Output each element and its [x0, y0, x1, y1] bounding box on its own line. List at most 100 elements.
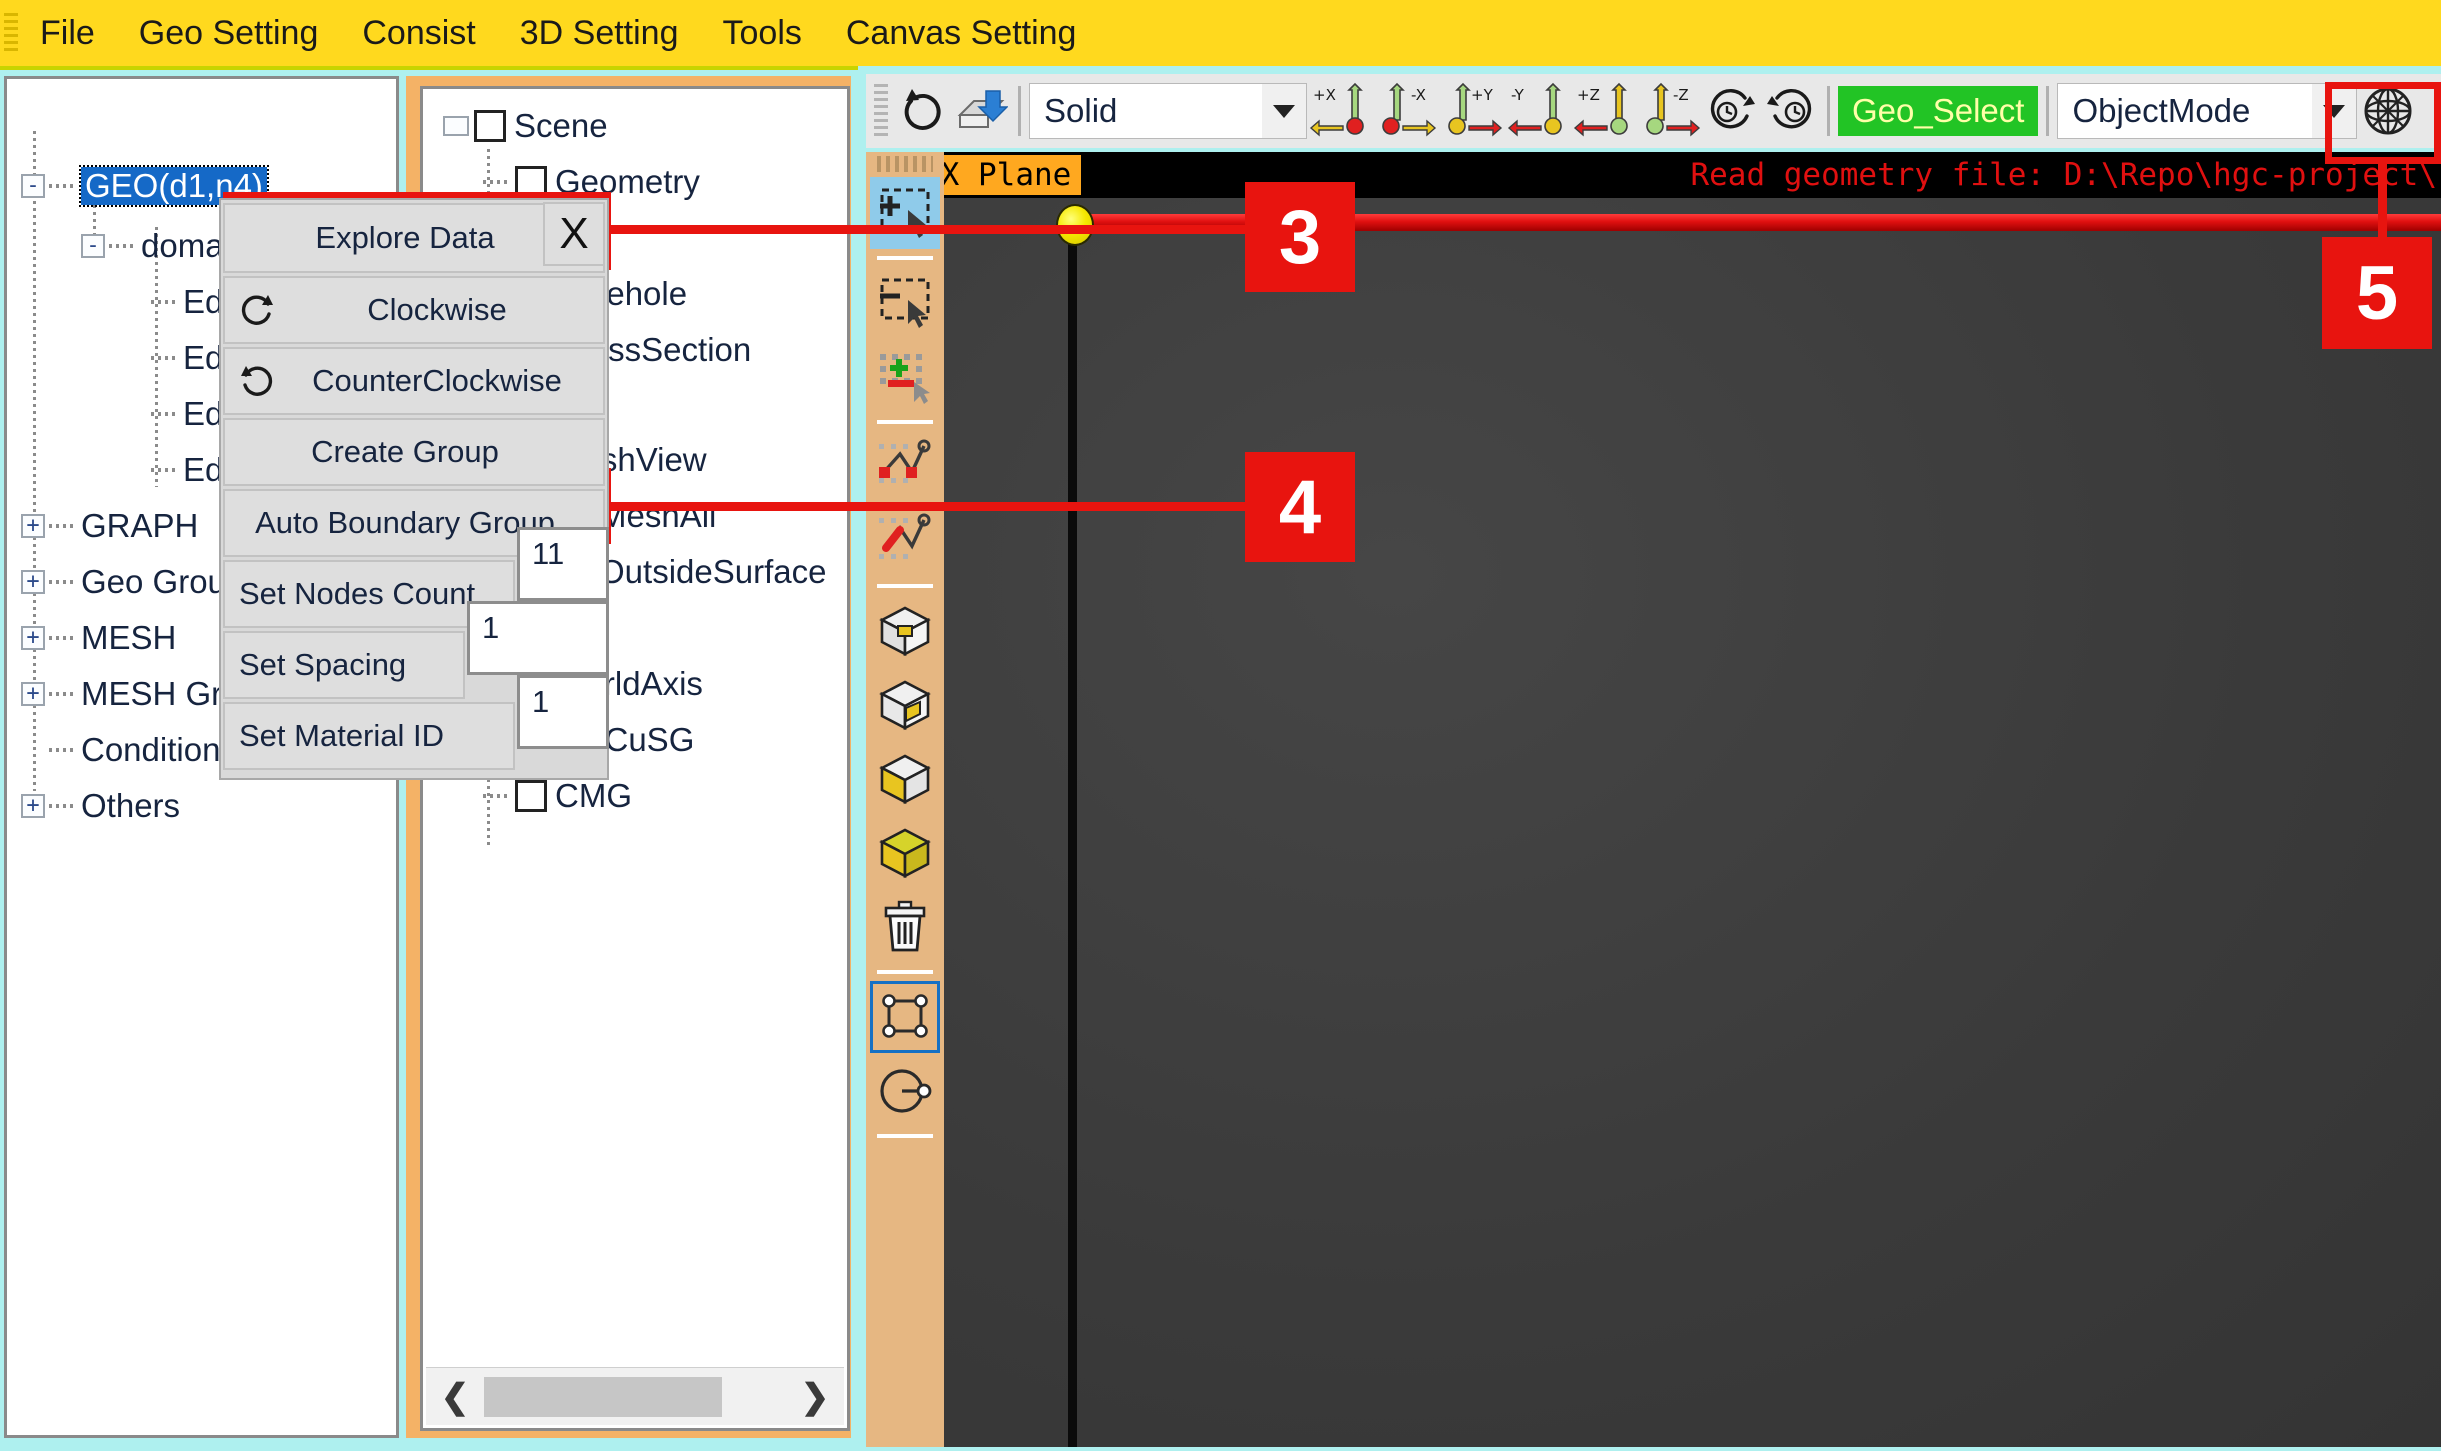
scroll-right-arrow-icon[interactable]: ❯	[786, 1369, 844, 1425]
menu-item-tools[interactable]: Tools	[701, 14, 824, 53]
svg-text:-X: -X	[1411, 86, 1426, 104]
toolbar-separator	[1827, 86, 1830, 136]
rotate-arrow-icon[interactable]	[894, 82, 952, 140]
menu-item-3d-setting[interactable]: 3D Setting	[498, 14, 701, 53]
add-selection-box-icon[interactable]	[870, 177, 940, 249]
mesh-globe-icon[interactable]	[2357, 82, 2420, 140]
rotate-ccw-icon	[225, 359, 289, 403]
tree-item-geometry[interactable]: Geometry	[483, 163, 700, 201]
tree-expander-graph[interactable]: +	[21, 514, 45, 538]
view-plus-x-button[interactable]: +X	[1307, 82, 1373, 140]
checkbox-geometry[interactable]	[515, 166, 547, 198]
tree-item-condition[interactable]: Condition	[21, 731, 220, 769]
delete-trash-icon[interactable]	[870, 891, 940, 963]
geo-select-button[interactable]: Geo_Select	[1838, 86, 2039, 136]
geometry-node-point[interactable]	[1056, 204, 1094, 246]
tree-item-outsidesurface-label: OutsideSurface	[599, 553, 827, 590]
display-mode-select[interactable]: Solid	[1029, 83, 1307, 139]
import-download-icon[interactable]	[952, 82, 1010, 140]
scrollbar-thumb[interactable]	[484, 1376, 722, 1417]
viewport-status-bar: ZX Plane Read geometry file: D:\Repo\hgc…	[866, 152, 2441, 198]
menu-set-spacing-label: Set Spacing	[239, 647, 407, 682]
toolbar-divider	[877, 256, 933, 260]
tree-item-mesh[interactable]: + MESH	[21, 619, 176, 657]
tree-connector-dots	[49, 524, 75, 528]
close-icon[interactable]: X	[543, 202, 605, 266]
chevron-down-icon[interactable]	[1262, 84, 1306, 138]
toolbar-grip[interactable]	[874, 84, 888, 138]
rotate-clock-cw-icon[interactable]	[1703, 82, 1761, 140]
3d-viewport[interactable]	[944, 198, 2441, 1447]
tree-expander-domain[interactable]: -	[81, 234, 105, 258]
tree-connector-dots	[49, 804, 75, 808]
spacing-input[interactable]: 1	[467, 601, 609, 675]
menu-item-file[interactable]: File	[18, 14, 117, 53]
tree-item-scene-label: Scene	[514, 107, 608, 144]
object-mode-value: ObjectMode	[2072, 92, 2251, 129]
chevron-down-icon[interactable]	[2312, 84, 2357, 138]
left-dock: - GEO(d1,n4) - domain Edge Edge Edge	[0, 70, 858, 1451]
vertical-toolbar-grip[interactable]	[877, 156, 933, 172]
view-minus-y-button[interactable]: -Y	[1505, 82, 1571, 140]
tree-item-meshall-label: MeshAll	[599, 497, 717, 534]
tree-expander-scene[interactable]	[443, 116, 469, 136]
rectangle-nodes-icon[interactable]	[870, 981, 940, 1053]
menu-set-material-id[interactable]: Set Material ID	[223, 702, 515, 770]
view-plus-y-button[interactable]: +Y	[1439, 82, 1505, 140]
menu-create-group[interactable]: Create Group	[223, 418, 605, 486]
menu-set-spacing[interactable]: Set Spacing	[223, 631, 465, 699]
menu-create-group-label: Create Group	[311, 434, 499, 469]
tree-expander-mesh[interactable]: +	[21, 626, 45, 650]
menu-item-canvas-setting[interactable]: Canvas Setting	[824, 14, 1099, 53]
box-select-half-icon[interactable]	[870, 743, 940, 815]
view-minus-x-button[interactable]: -X	[1373, 82, 1439, 140]
tree-item-others[interactable]: + Others	[21, 787, 180, 825]
box-select-back-icon[interactable]	[870, 669, 940, 741]
menu-set-material-id-label: Set Material ID	[239, 718, 445, 753]
viewport-dock: Solid +X -X +Y -Y +Z -Z Geo_Select Objec…	[858, 70, 2441, 1451]
menu-item-consist[interactable]: Consist	[340, 14, 497, 53]
view-minus-z-button[interactable]: -Z	[1637, 82, 1703, 140]
checkbox-cmg[interactable]	[515, 780, 547, 812]
rotate-clock-ccw-icon[interactable]	[1761, 82, 1819, 140]
edge-context-menu[interactable]: Explore Data X Clockwise CounterClockwis…	[219, 198, 609, 780]
tree-connector-dots	[49, 748, 75, 752]
checkbox-scene[interactable]	[474, 110, 506, 142]
object-mode-select[interactable]: ObjectMode	[2057, 83, 2358, 139]
tree-connector-dots	[151, 356, 177, 360]
svg-text:-Y: -Y	[1511, 86, 1525, 104]
geometry-edge-horizontal-selected[interactable]	[1072, 214, 2441, 231]
scroll-left-arrow-icon[interactable]: ❮	[426, 1369, 484, 1425]
select-edge-polyline-icon[interactable]	[870, 505, 940, 577]
geometry-edge-vertical[interactable]	[1068, 216, 1077, 1447]
box-select-solid-icon[interactable]	[870, 817, 940, 889]
menu-explore-data-label: Explore Data	[315, 220, 495, 255]
svg-text:+Y: +Y	[1471, 86, 1494, 104]
select-nodes-polyline-icon[interactable]	[870, 431, 940, 503]
toolbar-separator	[2046, 86, 2050, 136]
tree-item-scene[interactable]: Scene	[443, 107, 608, 145]
tree-expander-geo-group[interactable]: +	[21, 570, 45, 594]
tree-expander-geo[interactable]: -	[21, 174, 45, 198]
remove-selection-box-icon[interactable]	[870, 267, 940, 339]
scene-tree-horizontal-scrollbar[interactable]: ❮ ❯	[426, 1367, 844, 1425]
add-grid-node-icon[interactable]	[870, 341, 940, 413]
toolbar-separator	[1018, 86, 1021, 136]
tree-connector-dots	[49, 692, 75, 696]
menu-clockwise[interactable]: Clockwise	[223, 276, 605, 344]
tree-expander-mesh-group[interactable]: +	[21, 682, 45, 706]
tree-item-geo-group[interactable]: + Geo Group	[21, 563, 244, 601]
tree-item-cmg-label: CMG	[555, 777, 632, 814]
box-select-front-icon[interactable]	[870, 595, 940, 667]
view-plus-z-button[interactable]: +Z	[1571, 82, 1637, 140]
nodes-count-input[interactable]: 11	[517, 527, 609, 601]
arc-radius-icon[interactable]	[870, 1055, 940, 1127]
tree-connector-dots	[109, 244, 135, 248]
tree-expander-others[interactable]: +	[21, 794, 45, 818]
tree-item-cmg[interactable]: CMG	[483, 777, 632, 815]
material-id-input[interactable]: 1	[517, 675, 609, 749]
menu-item-geo-setting[interactable]: Geo Setting	[117, 14, 341, 53]
menu-bar-grip[interactable]	[4, 13, 18, 53]
tree-item-graph[interactable]: + GRAPH	[21, 507, 198, 545]
menu-counterclockwise[interactable]: CounterClockwise	[223, 347, 605, 415]
